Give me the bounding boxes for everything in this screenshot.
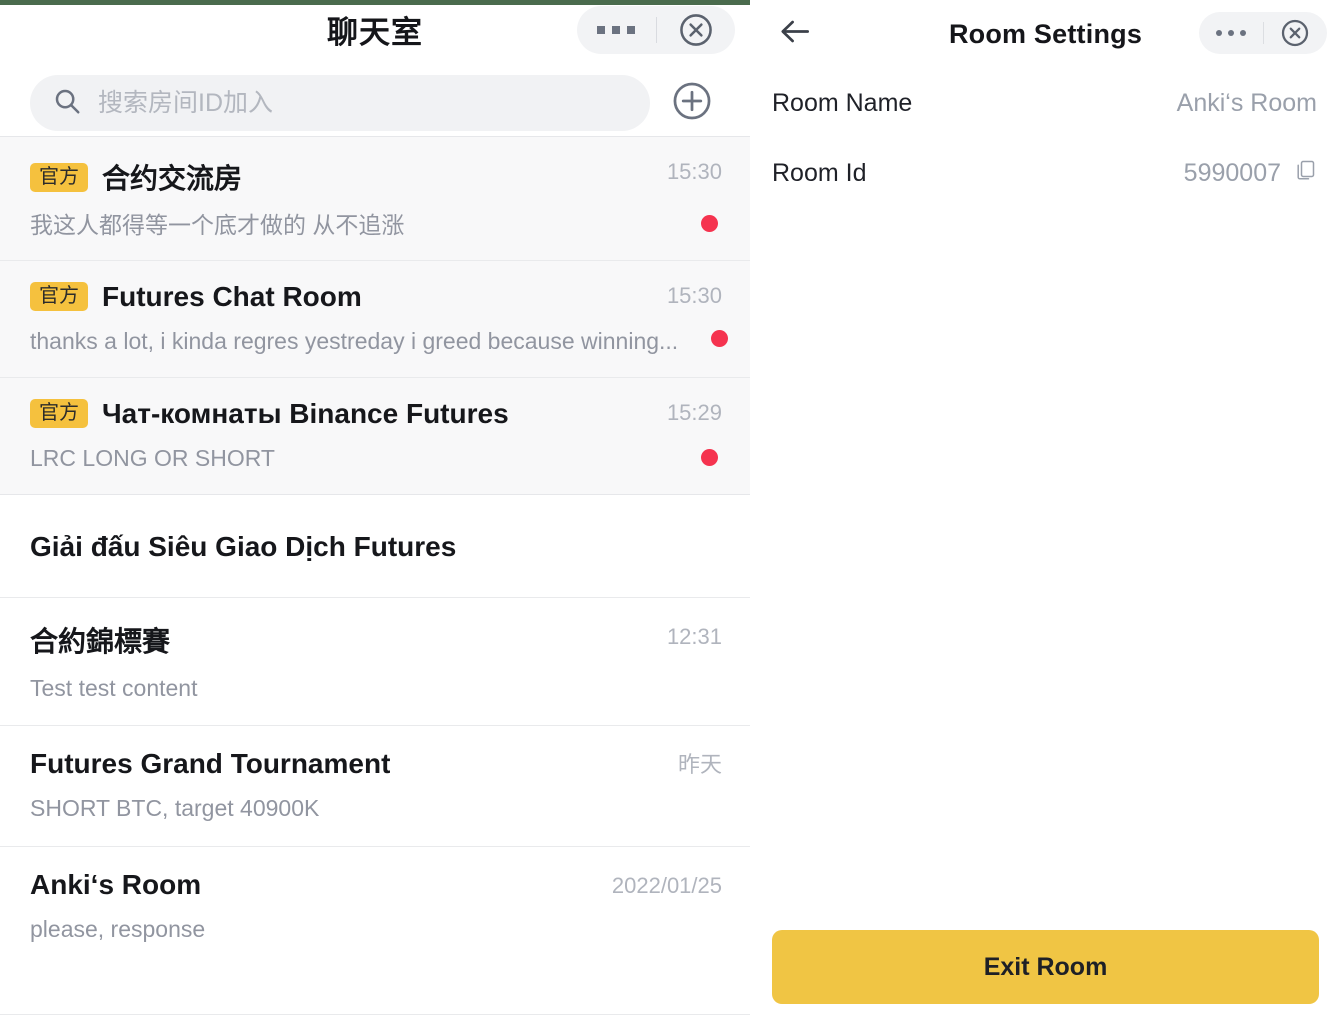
- chat-item-name: Anki‘s Room: [30, 868, 202, 900]
- room-settings-panel: Room Settings Room Name Anki‘s Room Room…: [750, 0, 1341, 1020]
- chat-item-name: Futures Chat Room: [102, 280, 362, 312]
- plus-circle-icon: [670, 79, 714, 128]
- search-row: 搜索房间ID加入: [0, 70, 750, 136]
- close-circle-icon[interactable]: [1264, 12, 1328, 54]
- chat-item-heading: 官方 合约交流房: [30, 157, 722, 197]
- chat-item-preview: thanks a lot, i kinda regres yestreday i…: [30, 327, 679, 354]
- chat-list-item[interactable]: Futures Grand Tournament 昨天 SHORT BTC, t…: [0, 725, 750, 846]
- setting-label: Room Id: [772, 158, 867, 187]
- page-title: 聊天室: [327, 14, 423, 50]
- chat-list-item[interactable]: 合約錦標賽 12:31 Test test content: [0, 597, 750, 725]
- chat-item-name: 合約錦標賽: [30, 625, 171, 657]
- setting-value: Anki‘s Room: [1177, 89, 1317, 118]
- miniprogram-capsule[interactable]: [577, 6, 735, 54]
- settings-list: Room Name Anki‘s Room Room Id 5990007: [750, 68, 1341, 208]
- right-panel-header: Room Settings: [750, 0, 1341, 68]
- chat-item-heading: 官方 Чат-комнаты Binance Futures: [30, 398, 722, 430]
- app-root: 聊天室 搜索房间ID加入 官方 合约交流房 15:30 我这人都得等一个底才做的…: [0, 0, 1341, 1020]
- search-placeholder: 搜索房间ID加入: [98, 88, 274, 117]
- official-badge: 官方: [30, 162, 88, 192]
- chat-item-heading: Futures Grand Tournament: [30, 748, 722, 780]
- exit-room-container: Exit Room: [750, 930, 1341, 1004]
- unread-badge: [701, 214, 718, 232]
- chat-item-time: 12:31: [666, 623, 722, 649]
- chat-item-time: 2022/01/25: [611, 872, 722, 898]
- exit-room-button[interactable]: Exit Room: [772, 930, 1319, 1004]
- add-room-button[interactable]: [670, 79, 714, 128]
- chat-list-item[interactable]: 官方 合约交流房 15:30 我这人都得等一个底才做的 从不追涨: [0, 137, 750, 260]
- chat-item-preview: please, response: [30, 915, 206, 942]
- back-button[interactable]: [776, 13, 814, 56]
- chat-list-item[interactable]: 官方 Futures Chat Room 15:30 thanks a lot,…: [0, 261, 750, 377]
- chat-item-name: 合约交流房: [102, 163, 243, 194]
- official-rooms-list: 官方 合约交流房 15:30 我这人都得等一个底才做的 从不追涨 官方 Futu…: [0, 137, 750, 494]
- chat-list-item[interactable]: Anki‘s Room 2022/01/25 please, response: [0, 846, 750, 967]
- chat-room-list-panel: 聊天室 搜索房间ID加入 官方 合约交流房 15:30 我这人都得等一个底才做的…: [0, 0, 750, 1020]
- chat-item-time: 15:29: [666, 399, 722, 425]
- list-divider: [0, 1014, 750, 1015]
- room-name-value: Anki‘s Room: [1176, 88, 1317, 117]
- chat-item-time: 15:30: [666, 282, 722, 308]
- setting-value: 5990007: [1184, 158, 1317, 189]
- chat-item-preview: 我这人都得等一个底才做的 从不追涨: [30, 212, 405, 238]
- chat-item-preview: Test test content: [30, 674, 198, 701]
- setting-label: Room Name: [772, 88, 913, 117]
- more-dots-icon[interactable]: [1199, 12, 1263, 54]
- official-badge: 官方: [30, 399, 88, 429]
- close-circle-icon[interactable]: [657, 6, 736, 54]
- user-rooms-list: 合約錦標賽 12:31 Test test content Futures Gr…: [0, 597, 750, 967]
- setting-row-room-id[interactable]: Room Id 5990007: [750, 138, 1341, 208]
- chat-item-preview: SHORT BTC, target 40900K: [30, 794, 320, 821]
- chat-item-preview: LRC LONG OR SHORT: [30, 444, 275, 471]
- search-icon: [52, 86, 82, 121]
- unread-badge: [701, 448, 718, 466]
- chat-item-time: 昨天: [677, 751, 722, 777]
- chat-item-heading: 官方 Futures Chat Room: [30, 281, 722, 313]
- chat-item-name: Чат-комнаты Binance Futures: [102, 397, 509, 429]
- settings-title: Room Settings: [948, 18, 1143, 49]
- miniprogram-capsule[interactable]: [1199, 12, 1327, 54]
- chat-item-heading: 合約錦標賽: [30, 620, 722, 660]
- section-header: Giải đấu Siêu Giao Dịch Futures: [0, 494, 750, 597]
- official-badge: 官方: [30, 282, 88, 312]
- copy-icon[interactable]: [1293, 158, 1317, 189]
- arrow-left-icon: [776, 13, 814, 56]
- chat-item-name: Futures Grand Tournament: [30, 747, 391, 779]
- more-dots-icon[interactable]: [577, 6, 656, 54]
- left-panel-header: 聊天室: [0, 0, 750, 62]
- chat-item-time: 15:30: [666, 159, 722, 184]
- setting-row-room-name[interactable]: Room Name Anki‘s Room: [750, 68, 1341, 138]
- chat-list-item[interactable]: 官方 Чат-комнаты Binance Futures 15:29 LRC…: [0, 378, 750, 494]
- unread-badge: [711, 329, 728, 347]
- room-id-value: 5990007: [1183, 158, 1281, 187]
- search-input[interactable]: 搜索房间ID加入: [30, 75, 650, 131]
